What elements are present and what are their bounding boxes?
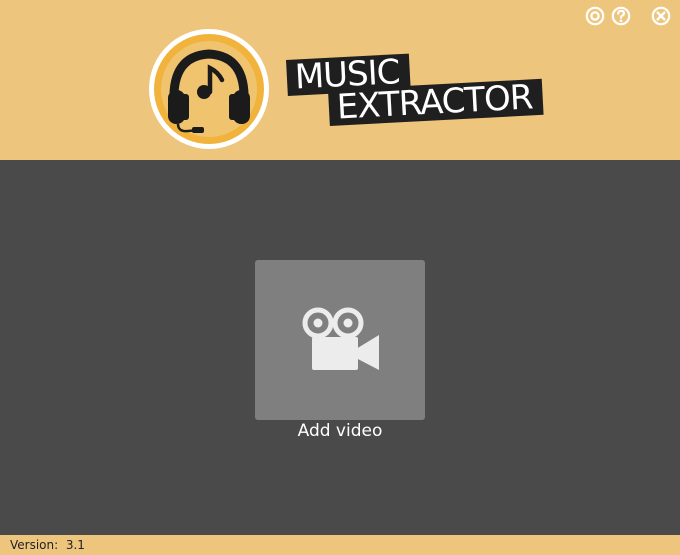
version-label: Version: <box>10 538 59 552</box>
headphones-logo-icon <box>149 29 269 149</box>
status-bar: Version: 3.1 <box>0 535 680 555</box>
main-area: Add video <box>0 160 680 535</box>
help-button[interactable] <box>610 5 632 27</box>
logo-line-extractor: EXTRACTOR <box>328 77 544 128</box>
version-value: 3.1 <box>65 538 85 552</box>
help-icon <box>611 6 631 26</box>
close-button[interactable] <box>650 5 672 27</box>
close-icon <box>651 6 671 26</box>
add-video-button[interactable] <box>255 260 425 420</box>
settings-button[interactable] <box>584 5 606 27</box>
settings-icon <box>585 6 605 26</box>
video-camera-icon <box>302 307 379 370</box>
window-controls <box>584 5 672 27</box>
app-header: MUSIC EXTRACTOR <box>0 0 680 160</box>
add-video-label[interactable]: Add video <box>255 421 425 441</box>
